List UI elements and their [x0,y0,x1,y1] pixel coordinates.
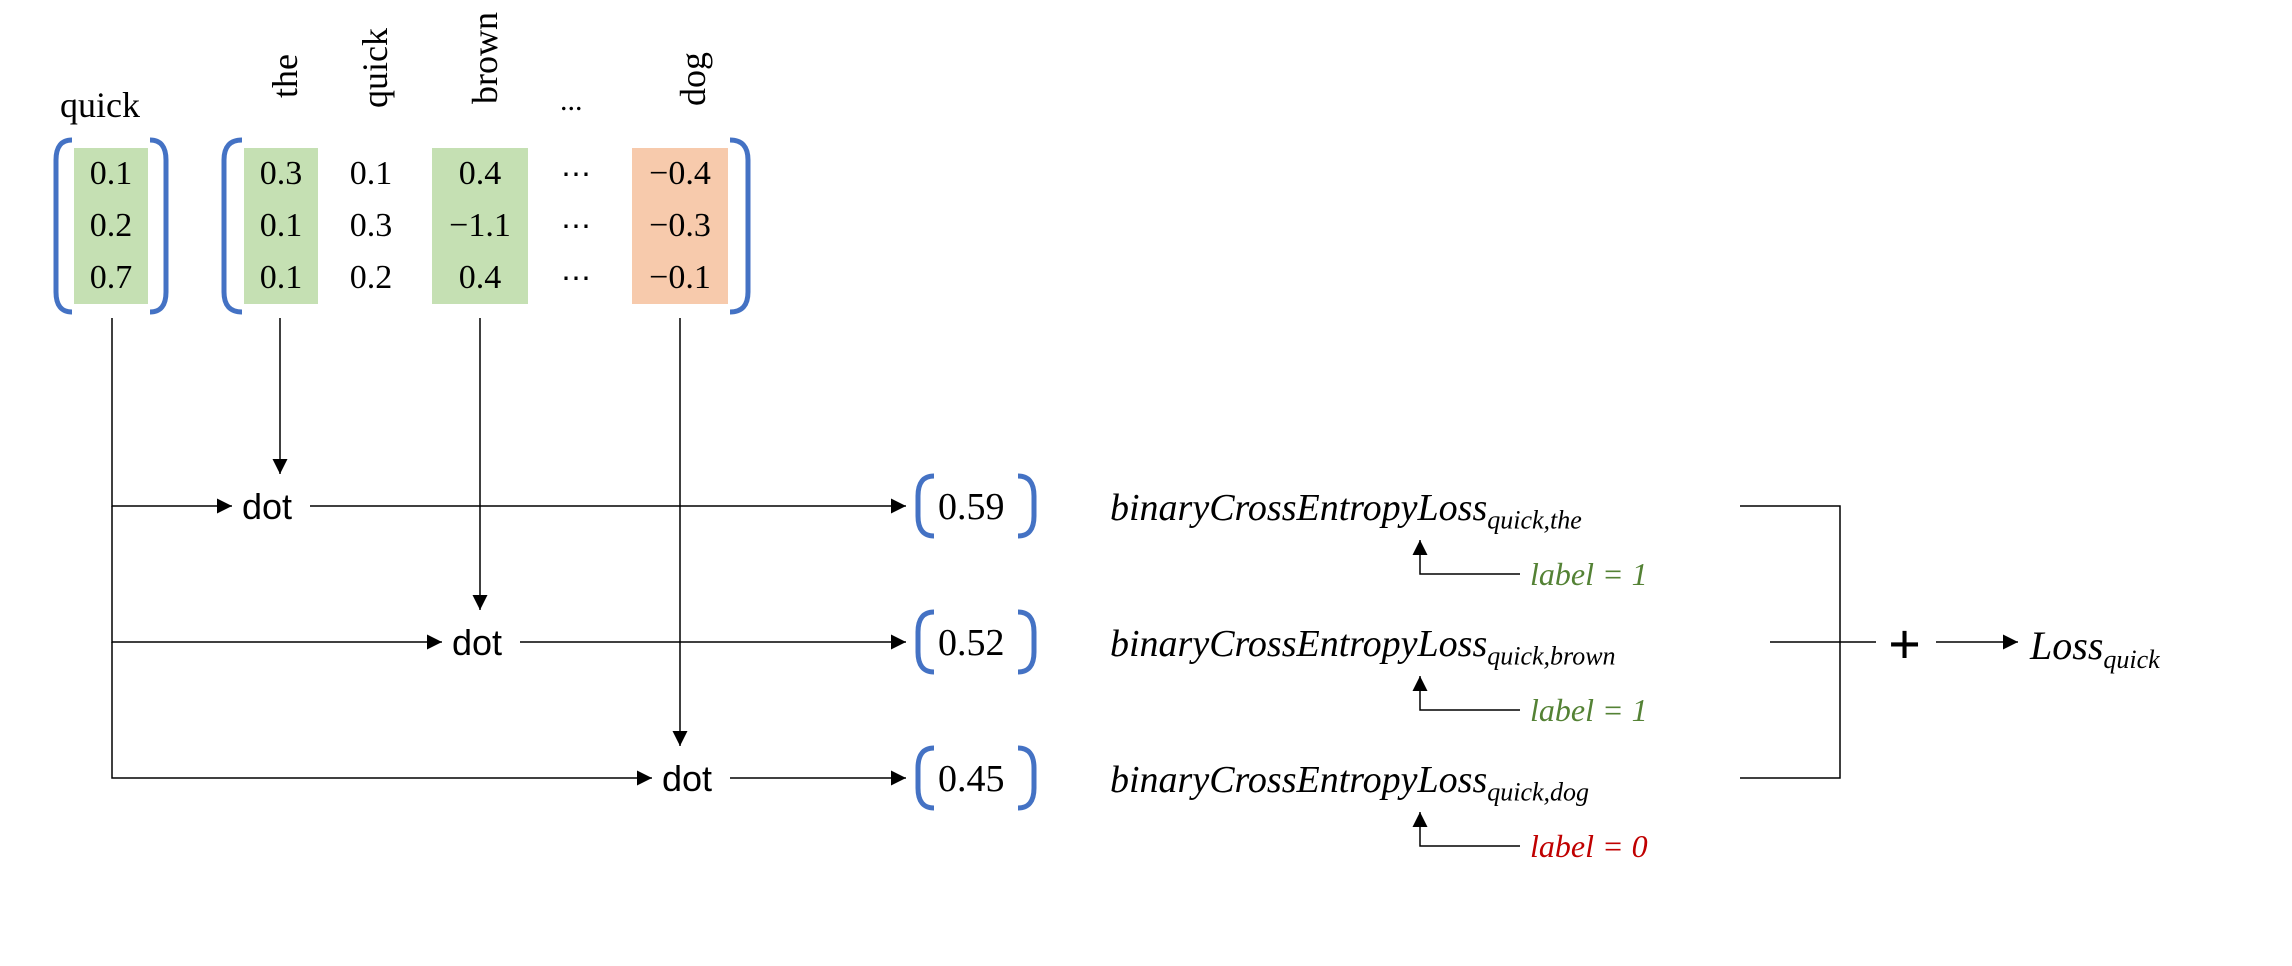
final-loss-name: Loss [2030,623,2103,668]
matrix-cell-dots: ⋯ [546,148,606,200]
dot-op: dot [452,622,502,664]
loss-fn-name: binaryCrossEntropyLoss [1110,487,1487,529]
matrix-col-label: brown [464,12,506,104]
loss-fn-name: binaryCrossEntropyLoss [1110,759,1487,801]
dot-result: 0.52 [938,621,1005,665]
matrix-cell: 0.4 [432,148,528,200]
left-vector-label: quick [60,84,140,126]
matrix-cell: −0.4 [632,148,728,200]
matrix-col-label: ... [560,84,583,118]
loss-term: binaryCrossEntropyLossquick,brown [1110,622,1616,672]
matrix-col-label: dog [672,52,714,106]
matrix-cell: −0.1 [632,252,728,304]
matrix-cell: 0.4 [432,252,528,304]
loss-term: binaryCrossEntropyLossquick,dog [1110,758,1589,808]
dot-op: dot [662,758,712,800]
matrix-cell-dots: ⋯ [546,252,606,304]
matrix-cell: −0.3 [632,200,728,252]
matrix-cell-dots: ⋯ [546,200,606,252]
label-annotation: label = 1 [1530,692,1648,729]
matrix-col-label: quick [354,28,396,108]
diagram-lines [0,0,2292,966]
dot-result: 0.45 [938,757,1005,801]
label-annotation: label = 0 [1530,828,1648,865]
matrix-col-label: the [264,54,306,98]
matrix-cell: −1.1 [432,200,528,252]
final-loss: Lossquick [2030,622,2160,675]
final-loss-sub: quick [2103,645,2159,674]
loss-fn-name: binaryCrossEntropyLoss [1110,623,1487,665]
loss-fn-sub: quick,brown [1487,642,1615,671]
matrix-cell: 0.1 [244,200,318,252]
loss-term: binaryCrossEntropyLossquick,the [1110,486,1582,536]
dot-result: 0.59 [938,485,1005,529]
plus-symbol: + [1888,611,1921,678]
matrix-cell: 0.1 [244,252,318,304]
matrix-cell: 0.1 [334,148,408,200]
left-vec-cell: 0.1 [74,148,148,200]
matrix-cell: 0.3 [244,148,318,200]
matrix-cell: 0.3 [334,200,408,252]
dot-op: dot [242,486,292,528]
matrix-cell: 0.2 [334,252,408,304]
left-vec-cell: 0.7 [74,252,148,304]
left-vec-cell: 0.2 [74,200,148,252]
label-annotation: label = 1 [1530,556,1648,593]
loss-fn-sub: quick,dog [1487,778,1589,807]
loss-fn-sub: quick,the [1487,506,1582,535]
